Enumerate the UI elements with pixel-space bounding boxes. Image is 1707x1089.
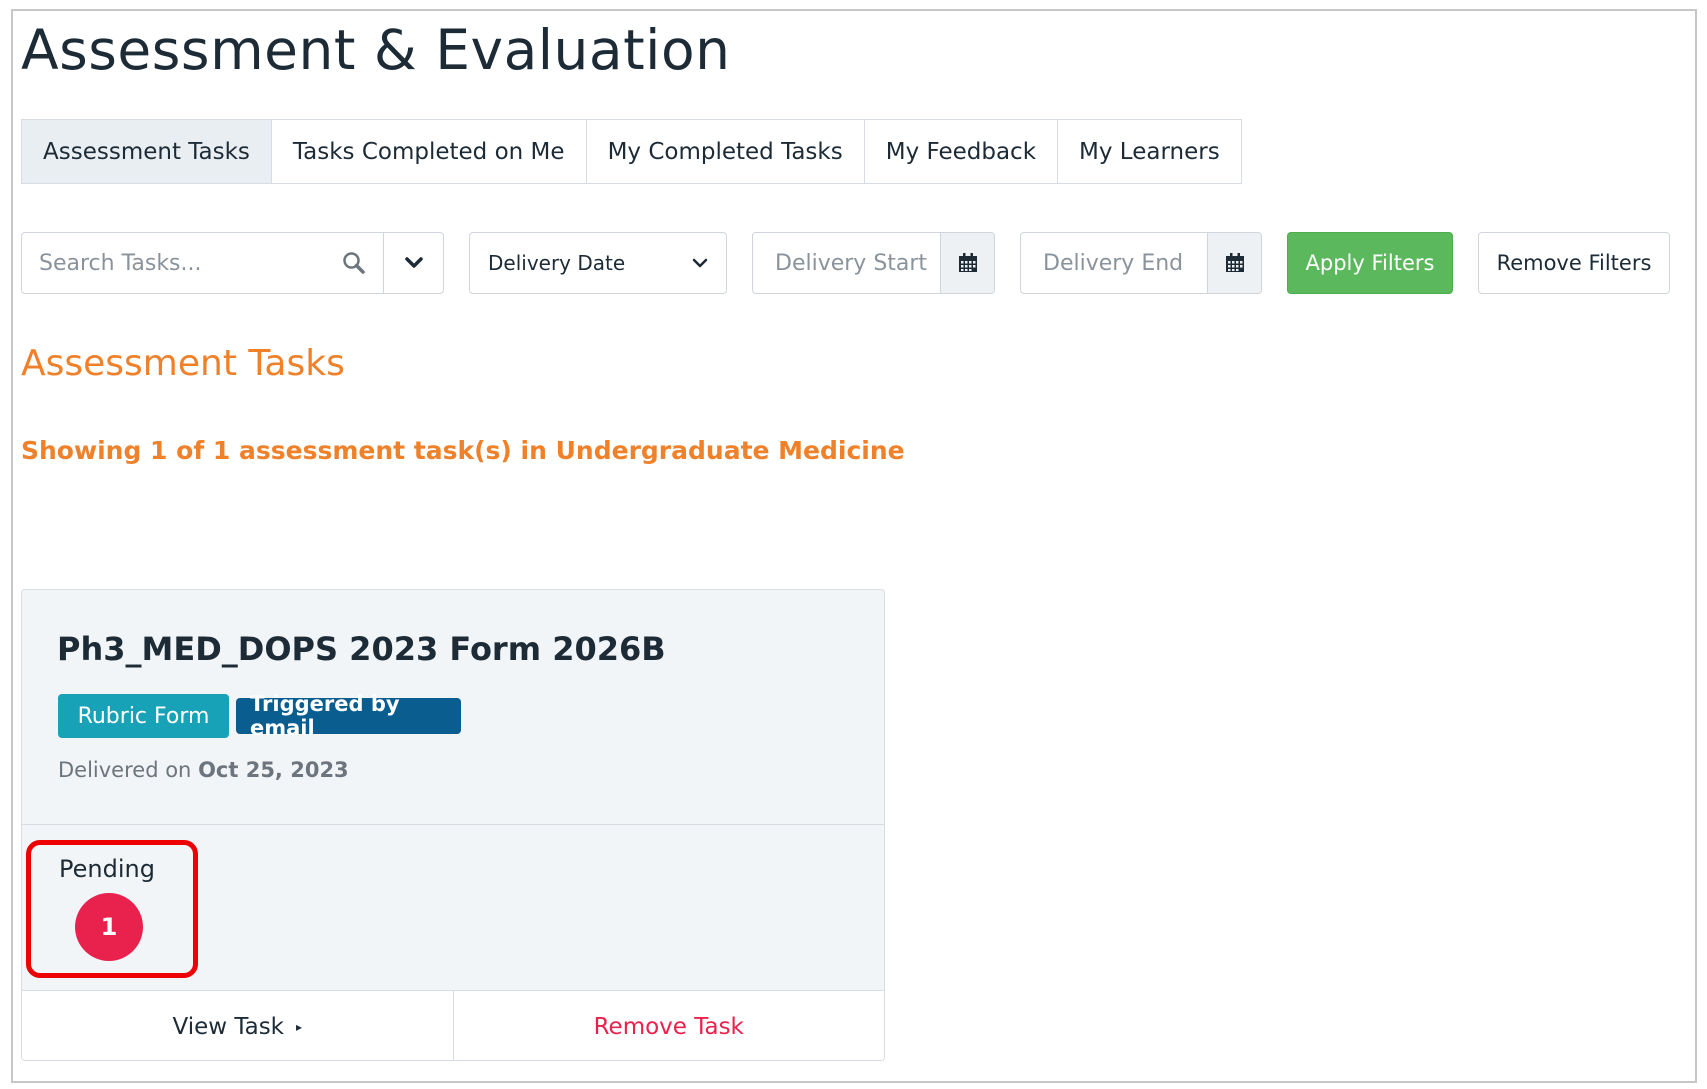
delivery-start-input[interactable] (753, 233, 940, 293)
date-type-selected: Delivery Date (488, 251, 626, 275)
card-footer: View Task ▸ Remove Task (22, 990, 885, 1060)
delivered-date: Oct 25, 2023 (198, 758, 349, 782)
date-type-select[interactable]: Delivery Date (469, 232, 727, 294)
tab-my-learners[interactable]: My Learners (1057, 120, 1241, 183)
remove-task-button[interactable]: Remove Task (454, 991, 885, 1060)
remove-filters-button[interactable]: Remove Filters (1478, 232, 1670, 294)
chevron-down-icon (692, 258, 708, 268)
page-title: Assessment & Evaluation (21, 18, 731, 82)
search-options-toggle[interactable] (383, 233, 443, 293)
delivered-info: Delivered on Oct 25, 2023 (58, 758, 349, 782)
caret-right-icon: ▸ (296, 1019, 303, 1034)
delivery-start-field (752, 232, 995, 294)
delivered-prefix: Delivered on (58, 758, 192, 782)
delivery-end-input[interactable] (1021, 233, 1207, 293)
card-divider (22, 824, 884, 825)
tab-bar: Assessment Tasks Tasks Completed on Me M… (21, 119, 1242, 184)
tab-assessment-tasks[interactable]: Assessment Tasks (22, 120, 271, 183)
pending-label: Pending (59, 855, 155, 883)
calendar-icon[interactable] (1207, 233, 1261, 293)
chevron-down-icon (404, 257, 423, 268)
apply-filters-button[interactable]: Apply Filters (1287, 232, 1453, 294)
delivery-end-field (1020, 232, 1262, 294)
triggered-by-email-badge: Triggered by email (236, 692, 461, 740)
calendar-icon[interactable] (940, 233, 994, 293)
view-task-button[interactable]: View Task ▸ (22, 991, 454, 1060)
view-task-label: View Task (172, 1013, 284, 1040)
pending-count-badge: 1 (75, 893, 143, 961)
rubric-form-badge: Rubric Form (58, 694, 229, 738)
tab-tasks-completed-on-me[interactable]: Tasks Completed on Me (270, 120, 586, 183)
task-card: Ph3_MED_DOPS 2023 Form 2026B Rubric Form… (21, 589, 885, 1061)
search-box (21, 232, 444, 294)
results-summary: Showing 1 of 1 assessment task(s) in Und… (21, 436, 905, 465)
tab-my-feedback[interactable]: My Feedback (863, 120, 1058, 183)
task-title: Ph3_MED_DOPS 2023 Form 2026B (57, 630, 666, 668)
search-icon[interactable] (325, 233, 383, 293)
tab-my-completed-tasks[interactable]: My Completed Tasks (585, 120, 864, 183)
search-input[interactable] (22, 233, 325, 293)
section-heading: Assessment Tasks (21, 343, 345, 384)
